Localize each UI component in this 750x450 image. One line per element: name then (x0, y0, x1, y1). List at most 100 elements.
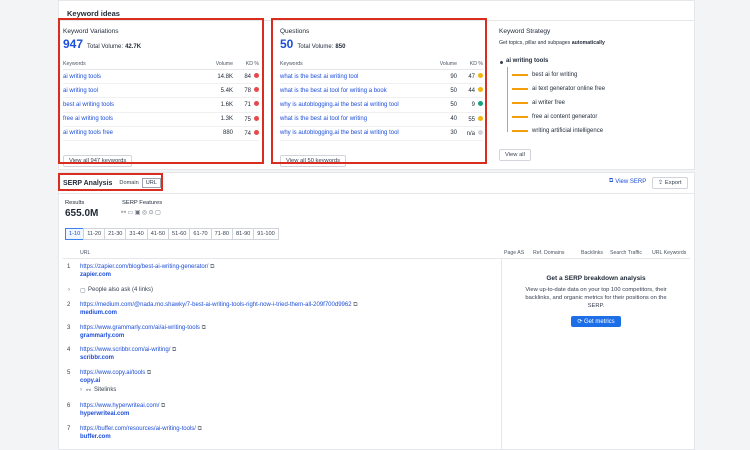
strategy-item[interactable]: ai text generator online free (512, 86, 605, 92)
get-metrics-label: Get metrics (584, 319, 615, 326)
chevron-right-icon[interactable]: › (80, 387, 82, 393)
questions-keyword-link[interactable]: why is autoblogging.ai the best ai writi… (280, 130, 427, 136)
questions-keyword-link[interactable]: why is autoblogging.ai the best ai writi… (280, 102, 427, 108)
page-button[interactable]: 81-90 (231, 228, 255, 240)
result-url-link[interactable]: https://www.copy.ai/tools ⧉ (80, 370, 151, 377)
page-button[interactable]: 71-80 (210, 228, 233, 240)
result-domain[interactable]: grammarly.com (80, 333, 124, 339)
page-button[interactable]: 31-40 (125, 228, 148, 240)
kv-count[interactable]: 947 (63, 37, 83, 51)
q-col-volume[interactable]: Volume (427, 61, 457, 67)
keyword_variations-kd-value: 74 (244, 130, 251, 137)
keyword_variations-kd-value: 84 (244, 74, 251, 81)
result-position: 6 (67, 403, 71, 409)
result-domain[interactable]: zapier.com (80, 272, 111, 278)
comment-icon[interactable]: ▢ (155, 210, 162, 216)
strategy-view-all-button[interactable]: View all (499, 149, 531, 161)
keyword_variations-keyword-link[interactable]: ai writing tools (63, 74, 203, 80)
strategy-title: Keyword Strategy (499, 28, 551, 35)
result-url-link[interactable]: https://medium.com/@nada.mo.shawky/7-bes… (80, 302, 358, 309)
kv-col-kd[interactable]: KD % (233, 61, 259, 67)
serp-header: SERP Analysis Domain URL (63, 178, 161, 188)
kd-difficulty-dot-icon (254, 115, 259, 121)
page-button[interactable]: 41-50 (146, 228, 170, 240)
result-domain[interactable]: copy.ai (80, 378, 100, 384)
col-page-as[interactable]: Page AS (504, 250, 524, 256)
strategy-branch (512, 88, 528, 90)
external-link-icon[interactable]: ⧉ (147, 370, 151, 376)
result-url-link[interactable]: https://www.scribbr.com/ai-writing/ ⧉ (80, 347, 176, 354)
external-link-icon[interactable]: ⧉ (161, 403, 165, 409)
strategy-tree-line (507, 67, 508, 132)
questions-row: why is autoblogging.ai the best ai writi… (280, 98, 483, 113)
keyword-strategy-panel: Keyword Strategy Get topics, pillar and … (499, 26, 689, 46)
page-button[interactable]: 11-20 (83, 228, 106, 240)
strategy-subtitle: Get topics, pillar and subpages (499, 40, 571, 46)
col-ref-domains[interactable]: Ref. Domains (533, 250, 564, 256)
result-url: https://www.scribbr.com/ai-writing/ (80, 347, 171, 353)
page-button[interactable]: 51-60 (168, 228, 191, 240)
result-url-link[interactable]: https://zapier.com/blog/best-ai-writing-… (80, 264, 214, 271)
keyword_variations-keyword-link[interactable]: ai writing tool (63, 88, 203, 94)
kd-difficulty-dot-icon (478, 115, 483, 121)
strategy-item[interactable]: free ai content generator (512, 114, 597, 120)
external-link-icon[interactable]: ⧉ (210, 264, 214, 270)
q-title: Questions (280, 28, 310, 35)
page-button[interactable]: 1-10 (65, 228, 85, 240)
q-col-kd[interactable]: KD % (457, 61, 483, 67)
keyword_variations-kd: 84 (233, 73, 259, 80)
questions-row: what is the best ai writing tool 90 47 (280, 70, 483, 85)
col-url-keywords[interactable]: URL Keywords (652, 250, 686, 256)
result-domain[interactable]: hyperwriteai.com (80, 411, 129, 417)
result-url-link[interactable]: https://www.grammarly.com/ai/ai-writing-… (80, 325, 206, 332)
target-icon[interactable]: ◎ (142, 210, 149, 216)
q-count[interactable]: 50 (280, 37, 293, 51)
page-button[interactable]: 91-100 (253, 228, 279, 240)
get-metrics-button[interactable]: ⟳ Get metrics (571, 316, 621, 328)
external-link-icon[interactable]: ⧉ (202, 325, 206, 331)
questions-row: what is the best ai tool for writing 40 55 (280, 113, 483, 127)
result-domain[interactable]: medium.com (80, 310, 117, 316)
strategy-item[interactable]: best ai for writing (512, 72, 577, 78)
strategy-item-label: writing artificial intelligence (532, 128, 604, 134)
kv-total-value: 42.7K (125, 44, 142, 50)
strategy-item[interactable]: writing artificial intelligence (512, 128, 603, 134)
kv-view-all-button[interactable]: View all 947 keywords (63, 154, 133, 167)
strategy-item[interactable]: ai writer free (512, 100, 565, 106)
chevron-right-icon[interactable]: › (68, 287, 70, 293)
page-button[interactable]: 21-30 (104, 228, 127, 240)
result-url-link[interactable]: https://buffer.com/resources/ai-writing-… (80, 426, 202, 433)
keyword_variations-volume: 880 (222, 130, 233, 137)
view-serp-button[interactable]: ⧉ View SERP (609, 178, 646, 185)
serp-tab-url[interactable]: URL (141, 178, 161, 188)
questions-keyword-link[interactable]: what is the best ai tool for writing a b… (280, 88, 427, 94)
result-domain[interactable]: buffer.com (80, 434, 111, 440)
q-view-all-button[interactable]: View all 50 keywords (280, 154, 347, 167)
view-serp-label: View SERP (615, 178, 647, 185)
video-icon[interactable]: ▭ (128, 210, 135, 216)
kv-col-volume[interactable]: Volume (203, 61, 233, 67)
questions-kd-value: n/a (466, 130, 475, 137)
serp-tab-domain[interactable]: Domain (116, 179, 142, 187)
result-domain[interactable]: scribbr.com (80, 355, 114, 361)
col-search-traffic[interactable]: Search Traffic (610, 250, 642, 256)
questions-keyword-link[interactable]: what is the best ai writing tool (280, 74, 427, 80)
result-url-link[interactable]: https://www.hyperwriteai.com/ ⧉ (80, 403, 165, 410)
external-link-icon[interactable]: ⧉ (198, 426, 202, 432)
external-link-icon[interactable]: ⧉ (353, 302, 357, 308)
q-table-body: what is the best ai writing tool 90 47 what… (280, 70, 483, 141)
people-also-ask[interactable]: People also ask (4 links) (88, 287, 153, 293)
col-backlinks[interactable]: Backlinks (581, 250, 603, 256)
strategy-item-label: ai writer free (532, 100, 566, 106)
page-button[interactable]: 61-70 (189, 228, 212, 240)
keyword_variations-keyword-link[interactable]: ai writing tools free (63, 130, 203, 136)
q-total-value: 850 (335, 44, 346, 50)
strategy-root[interactable]: ai writing tools (506, 58, 548, 64)
export-button[interactable]: ⇪ Export (652, 177, 688, 189)
questions-keyword-link[interactable]: what is the best ai tool for writing (280, 116, 427, 122)
image-icon[interactable]: ▣ (135, 210, 142, 216)
keyword_variations-keyword-link[interactable]: best ai writing tools (63, 102, 203, 108)
keyword_variations-keyword-link[interactable]: free ai writing tools (63, 116, 203, 122)
external-link-icon[interactable]: ⧉ (172, 347, 176, 353)
sitelinks[interactable]: Sitelinks (94, 387, 116, 393)
